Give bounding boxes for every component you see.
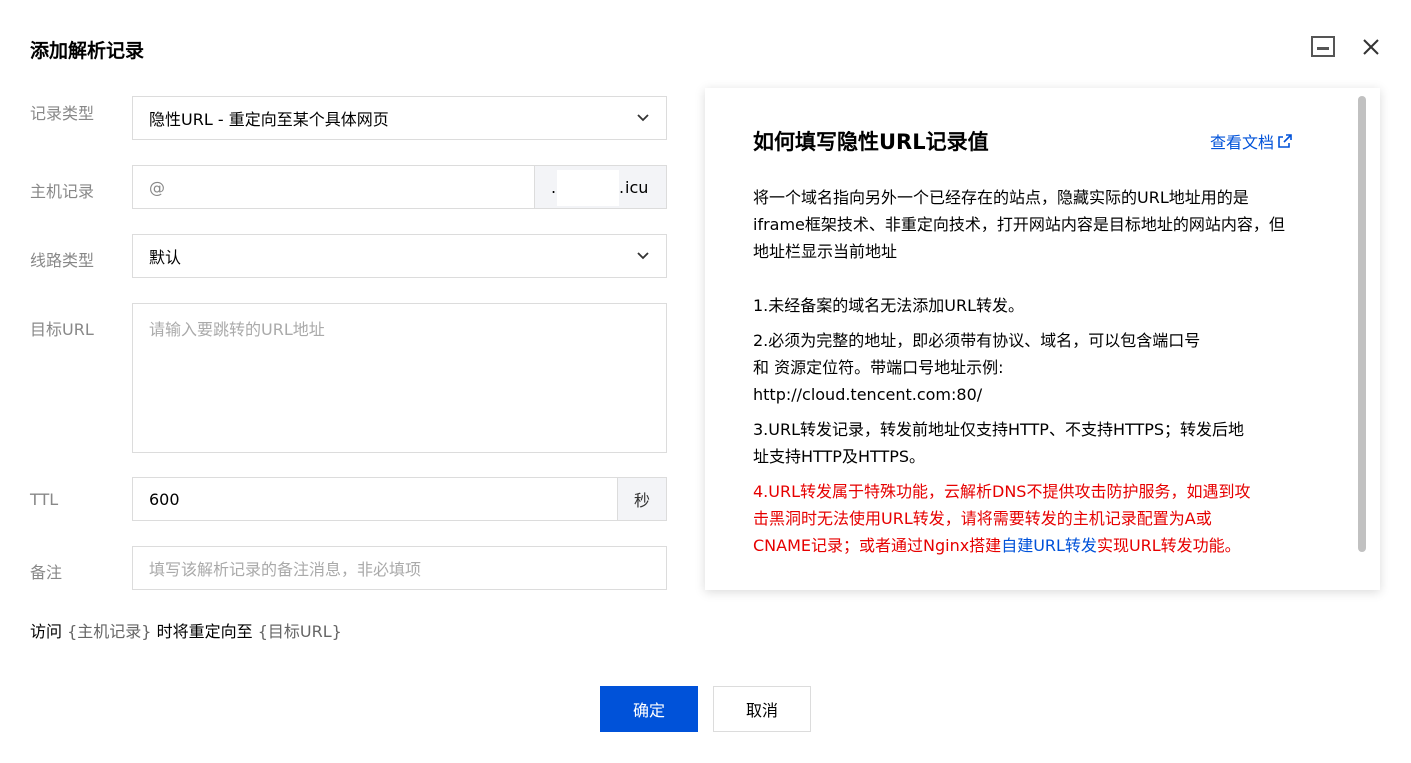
help-item-3: 3.URL转发记录，转发前地址仅支持HTTP、不支持HTTPS；转发后地址支持H…	[753, 420, 1245, 466]
minimize-button[interactable]	[1310, 34, 1336, 60]
view-docs-label: 查看文档	[1210, 133, 1275, 152]
confirm-button[interactable]: 确定	[600, 686, 698, 732]
target-url-textarea[interactable]: 请输入要跳转的URL地址	[132, 303, 667, 453]
line-type-select[interactable]: 默认	[132, 234, 667, 278]
help-scrollbar[interactable]	[1358, 96, 1366, 552]
ttl-label: TTL	[30, 490, 59, 509]
line-type-label: 线路类型	[30, 251, 95, 270]
domain-suffix-text: icu	[625, 178, 649, 197]
dialog-title: 添加解析记录	[30, 40, 145, 62]
record-type-label: 记录类型	[30, 104, 95, 123]
domain-suffix: . . icu	[534, 166, 666, 208]
help-title: 如何填写隐性URL记录值	[753, 130, 989, 154]
redacted-domain	[557, 170, 619, 206]
external-link-icon	[1278, 134, 1292, 148]
record-type-value: 隐性URL - 重定向至某个具体网页	[149, 110, 389, 129]
host-input[interactable]: @	[133, 166, 534, 208]
self-built-url-link[interactable]: 自建URL转发	[1001, 536, 1097, 555]
close-icon	[1363, 39, 1379, 55]
help-item-2b: 和 资源定位符。带端口号地址示例:	[753, 358, 1004, 377]
help-item-2c: http://cloud.tencent.com:80/	[753, 385, 983, 404]
help-item-2a: 2.必须为完整的地址，即必须带有协议、域名，可以包含端口号	[753, 331, 1201, 350]
chevron-down-icon	[637, 252, 649, 260]
cancel-button[interactable]: 取消	[713, 686, 811, 732]
record-type-select[interactable]: 隐性URL - 重定向至某个具体网页	[132, 96, 667, 140]
target-url-label: 目标URL	[30, 320, 94, 339]
line-type-value: 默认	[149, 248, 182, 267]
redirect-middle: 时将重定向至	[156, 622, 253, 641]
ttl-unit: 秒	[617, 478, 666, 520]
close-button[interactable]	[1358, 34, 1384, 60]
view-docs-link[interactable]: 查看文档	[1210, 129, 1292, 153]
host-label: 主机记录	[30, 182, 95, 201]
help-body: 将一个域名指向另外一个已经存在的站点，隐藏实际的URL地址用的是iframe框架…	[753, 184, 1313, 559]
remark-label: 备注	[30, 563, 63, 582]
ttl-input[interactable]: 600	[133, 478, 617, 520]
help-item-4: 4.URL转发属于特殊功能，云解析DNS不提供攻击防护服务，如遇到攻击黑洞时无法…	[753, 478, 1263, 559]
redirect-hint: 访问 {主机记录} 时将重定向至 {目标URL}	[30, 618, 342, 642]
redirect-target-placeholder: {目标URL}	[257, 622, 342, 641]
help-item-1: 1.未经备案的域名无法添加URL转发。	[753, 296, 1025, 315]
ttl-field: 600 秒	[132, 477, 667, 521]
help-item-4b: 实现URL转发功能。	[1096, 536, 1241, 555]
chevron-down-icon	[637, 114, 649, 122]
redirect-host-placeholder: {主机记录}	[67, 622, 152, 641]
help-panel: 如何填写隐性URL记录值 查看文档 将一个域名指向另外一个已经存在的站点，隐藏实…	[705, 88, 1380, 590]
host-field: @ . . icu	[132, 165, 667, 209]
help-intro: 将一个域名指向另外一个已经存在的站点，隐藏实际的URL地址用的是iframe框架…	[753, 188, 1285, 261]
redirect-prefix: 访问	[30, 622, 63, 641]
minimize-icon	[1311, 36, 1335, 57]
remark-input[interactable]: 填写该解析记录的备注消息，非必填项	[132, 546, 667, 590]
